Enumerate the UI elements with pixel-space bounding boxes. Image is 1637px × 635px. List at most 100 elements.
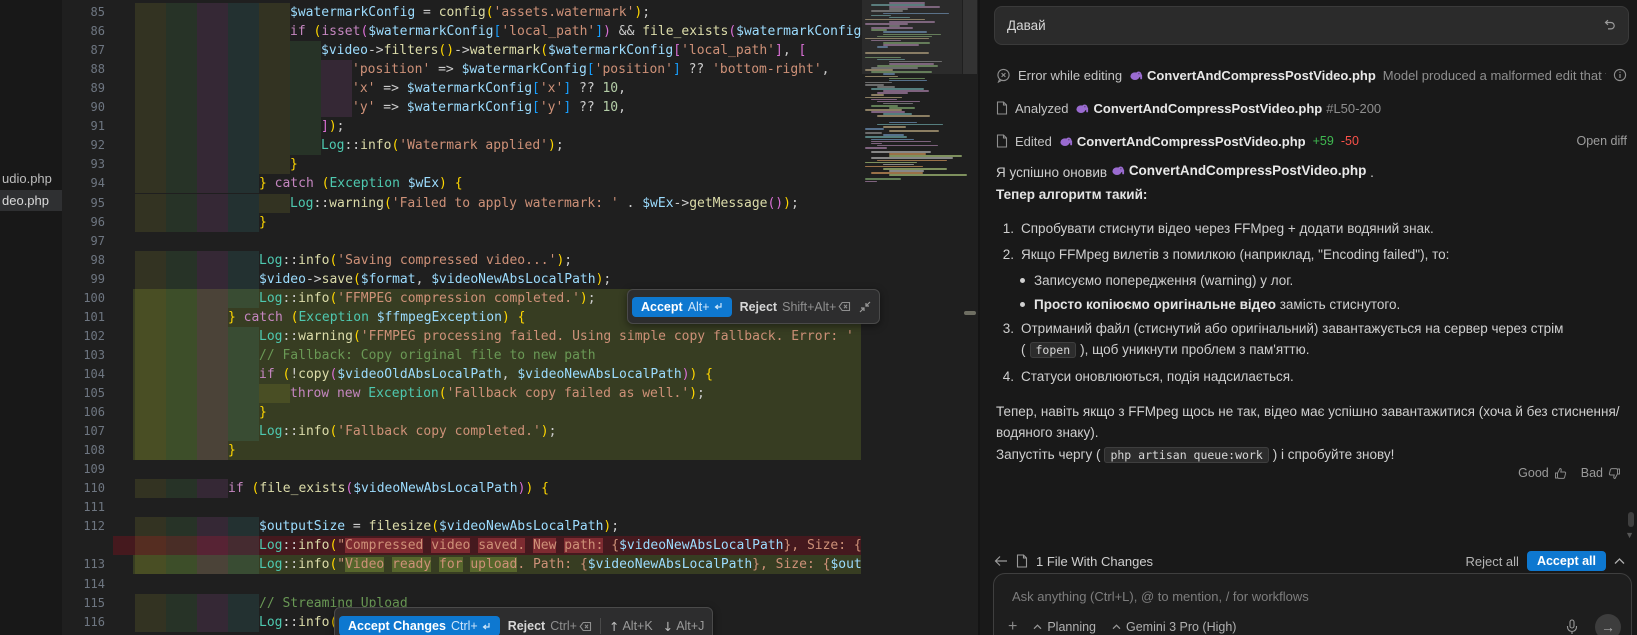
added-code-line[interactable]: 102Log::warning('FFMPEG processing faile… (62, 327, 861, 346)
code-line[interactable]: 91]); (62, 117, 861, 136)
widget-separator (600, 618, 601, 634)
chat-scrollbar-thumb[interactable] (1628, 512, 1634, 527)
code-line[interactable]: 92Log::info('Watermark applied'); (62, 136, 861, 155)
minimap-line (865, 128, 884, 130)
minimap-line (865, 181, 877, 183)
code-line[interactable]: 95Log::warning('Failed to apply watermar… (62, 194, 861, 213)
inline-code: fopen (1030, 342, 1077, 358)
reject-button[interactable]: Reject Shift+Alt+ (740, 300, 852, 314)
chevron-up-icon (1112, 624, 1121, 630)
minimap-line (877, 160, 947, 162)
code-line[interactable]: 87$video->filters()->watermark($watermar… (62, 41, 861, 60)
minimap-line (883, 126, 906, 128)
editor-scrollbar[interactable] (962, 0, 978, 635)
prev-change-button[interactable]: ↑Alt+K (609, 619, 653, 634)
code-line[interactable]: 98Log::info('Saving compressed video...'… (62, 251, 861, 270)
code-line[interactable]: 111 (62, 498, 861, 517)
file-chip[interactable]: ConvertAndCompressPostVideo.php#L50-200 (1075, 101, 1381, 116)
code-line[interactable]: 109 (62, 460, 861, 479)
feedback-bad-button[interactable]: Bad (1581, 466, 1621, 480)
feedback-good-button[interactable]: Good (1518, 466, 1567, 480)
paragraph: Я успішно оновив ConvertAndCompressPostV… (996, 160, 1623, 183)
paragraph: Тепер, навіть якщо з FFMpeg щось не так,… (996, 401, 1623, 443)
code-line[interactable]: 85$watermarkConfig = config('assets.wate… (62, 3, 861, 22)
line-number: 105 (62, 384, 105, 403)
accept-all-button[interactable]: Accept all (1527, 551, 1606, 571)
added-code-line[interactable]: 108} (62, 441, 861, 460)
info-icon-button[interactable] (1613, 68, 1627, 82)
code-line[interactable]: 110if (file_exists($videoNewAbsLocalPath… (62, 479, 861, 498)
line-number: 107 (62, 422, 105, 441)
code-line[interactable]: 112$outputSize = filesize($videoNewAbsLo… (62, 517, 861, 536)
user-message-bubble[interactable]: Давай (994, 6, 1629, 45)
code-line[interactable]: 89'x' => $watermarkConfig['x'] ?? 10, (62, 79, 861, 98)
code-line[interactable]: 97 (62, 232, 861, 251)
back-icon[interactable] (994, 555, 1008, 567)
code-line[interactable]: 86if (isset($watermarkConfig['local_path… (62, 22, 861, 41)
line-number: 88 (62, 60, 105, 79)
send-button[interactable]: → (1595, 614, 1621, 635)
file-chip[interactable]: ConvertAndCompressPostVideo.php (1059, 134, 1306, 149)
code-line[interactable]: 96} (62, 213, 861, 232)
code-line[interactable]: 93} (62, 155, 861, 174)
minimap-line (871, 139, 914, 141)
line-number: 91 (62, 117, 105, 136)
collapse-widget-icon[interactable] (859, 301, 871, 313)
error-bubble-icon (996, 68, 1011, 83)
list-item: 2.Якщо FFMpeg вилетів з помилкою (наприк… (996, 244, 1623, 265)
files-with-changes-label: 1 File With Changes (1036, 554, 1153, 569)
mode-selector[interactable]: Planning (1033, 620, 1096, 634)
line-number: 93 (62, 155, 105, 174)
line-number: 103 (62, 346, 105, 365)
event-row-analyzed[interactable]: AnalyzedConvertAndCompressPostVideo.php#… (996, 97, 1627, 119)
chat-scroll-down-icon[interactable]: ▼ (1625, 530, 1634, 540)
minimap-line (877, 115, 930, 117)
explorer-item-audio-php[interactable]: udio.php (0, 168, 64, 189)
file-chip[interactable]: ConvertAndCompressPostVideo.php (1129, 68, 1376, 83)
add-context-button[interactable]: + (1008, 618, 1017, 635)
model-selector[interactable]: Gemini 3 Pro (High) (1112, 620, 1236, 634)
reject-all-button[interactable]: Reject all (1465, 554, 1518, 569)
line-number: 98 (62, 251, 105, 270)
open-diff-button[interactable]: Open diff (1576, 134, 1627, 148)
line-number: 90 (62, 98, 105, 117)
code-line[interactable]: 114 (62, 575, 861, 594)
added-code-line[interactable]: 106} (62, 403, 861, 422)
accept-changes-button[interactable]: Accept Changes Ctrl+ (339, 616, 500, 635)
event-row-edited[interactable]: EditedConvertAndCompressPostVideo.php+59… (996, 130, 1627, 152)
chat-input[interactable] (1010, 585, 1615, 607)
collapse-review-icon[interactable] (1614, 558, 1625, 565)
code-line[interactable]: 94} catch (Exception $wEx) { (62, 174, 861, 193)
code-line[interactable]: 88'position' => $watermarkConfig['positi… (62, 60, 861, 79)
file-icon (1016, 554, 1028, 568)
reject-changes-button[interactable]: Reject Ctrl+ (508, 619, 592, 633)
line-number: 92 (62, 136, 105, 155)
explorer-item-video-php[interactable]: deo.php (0, 190, 64, 211)
added-code-line[interactable]: 107Log::info('Fallback copy completed.')… (62, 422, 861, 441)
scrollbar-thumb[interactable] (963, 0, 977, 74)
added-code-line[interactable]: 103// Fallback: Copy original file to ne… (62, 346, 861, 365)
restore-checkpoint-icon[interactable] (1602, 19, 1616, 33)
list-item: 4.Статуси оновлюються, подія надсилаєтьс… (996, 366, 1623, 387)
line-number: 95 (62, 194, 105, 213)
minimap-slider[interactable] (862, 0, 962, 74)
added-code-line[interactable]: 104if (!copy($videoOldAbsLocalPath, $vid… (62, 365, 861, 384)
minimap-line (865, 147, 887, 149)
code-line[interactable]: 99$video->save($format, $videoNewAbsLoca… (62, 270, 861, 289)
added-code-line[interactable]: 105throw new Exception('Fallback copy fa… (62, 384, 861, 403)
next-change-button[interactable]: ↓Alt+J (663, 619, 705, 634)
line-number: 100 (62, 289, 105, 308)
file-icon (996, 101, 1008, 115)
microphone-icon[interactable] (1565, 619, 1579, 635)
accept-button[interactable]: Accept Alt+ (632, 297, 732, 317)
minimap-line (889, 80, 927, 82)
file-chip[interactable]: ConvertAndCompressPostVideo.php (1111, 160, 1367, 181)
line-number: 111 (62, 498, 105, 517)
added-code-line[interactable]: 113Log::info("Video ready for upload. Pa… (62, 555, 861, 574)
code-line[interactable]: 90'y' => $watermarkConfig['y'] ?? 10, (62, 98, 861, 117)
deleted-code-line[interactable]: Log::info("Compressed video saved. New p… (62, 536, 861, 555)
line-number: 112 (62, 517, 105, 536)
ai-chat-panel: Давай Error while editingConvertAndCompr… (980, 0, 1637, 635)
event-row-error-while-editing[interactable]: Error while editingConvertAndCompressPos… (996, 64, 1627, 86)
list-item: 3.Отриманий файл (стиснутий або оригінал… (996, 318, 1623, 361)
